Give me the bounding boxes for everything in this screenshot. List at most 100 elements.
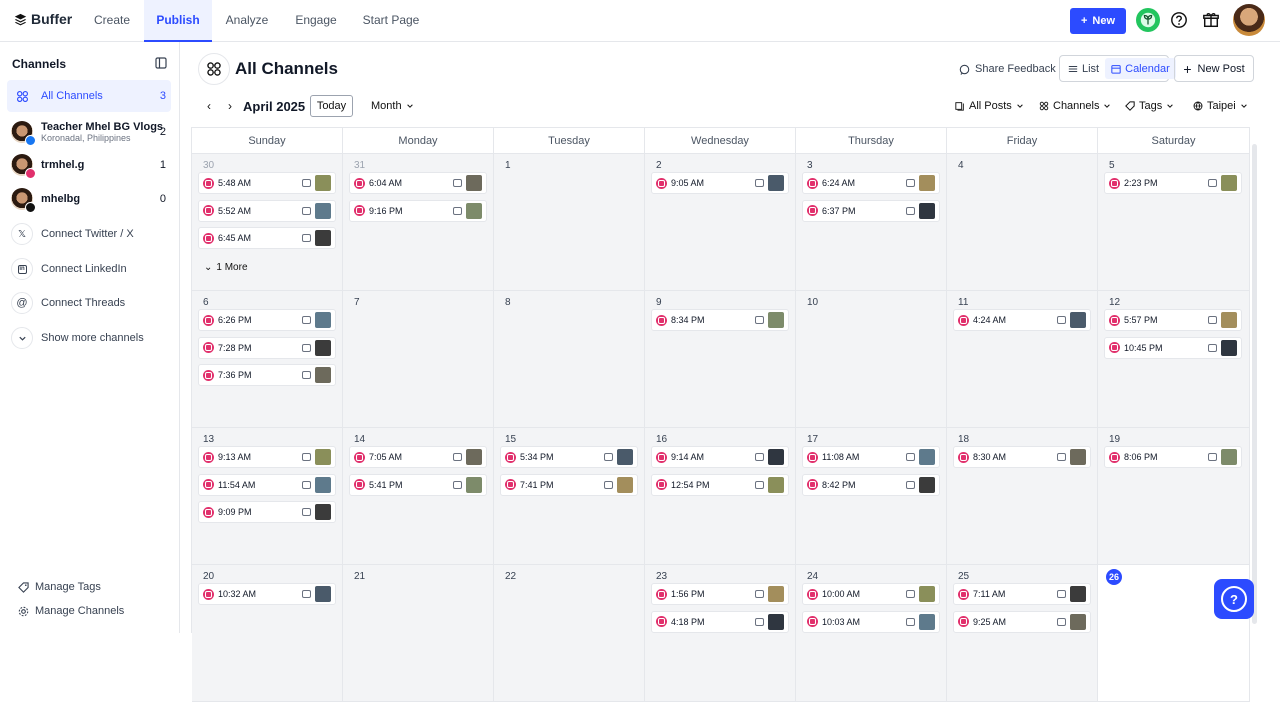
calendar-day-cell[interactable]: 12 5:57 PM 10:45 PM xyxy=(1098,291,1250,428)
calendar-day-cell[interactable]: 1 xyxy=(494,154,645,291)
scheduled-post[interactable]: 9:13 AM xyxy=(198,446,336,468)
calendar-day-cell[interactable]: 23 1:56 PM 4:18 PM xyxy=(645,565,796,702)
scheduled-post[interactable]: 12:54 PM xyxy=(651,473,789,496)
scheduled-post[interactable]: 9:25 AM xyxy=(953,610,1091,633)
scheduled-post[interactable]: 11:54 AM xyxy=(198,473,336,496)
calendar-day-cell[interactable]: 4 xyxy=(947,154,1098,291)
calendar-day-cell[interactable]: 10 xyxy=(796,291,947,428)
manage-tags-link[interactable]: Manage Tags xyxy=(18,581,101,593)
timezone-filter[interactable]: Taipei xyxy=(1193,100,1248,112)
calendar-day-cell[interactable]: 19 8:06 PM xyxy=(1098,428,1250,565)
scheduled-post[interactable]: 7:11 AM xyxy=(953,583,1091,605)
calendar-day-cell[interactable]: 22 xyxy=(494,565,645,702)
tags-filter[interactable]: Tags xyxy=(1125,100,1174,112)
scheduled-post[interactable]: 10:00 AM xyxy=(802,583,940,605)
calendar-day-cell[interactable]: 13 9:13 AM 11:54 AM 9:09 PM xyxy=(192,428,343,565)
scheduled-post[interactable]: 4:24 AM xyxy=(953,309,1091,331)
scheduled-post[interactable]: 9:14 AM xyxy=(651,446,789,468)
calendar-day-cell[interactable]: 7 xyxy=(343,291,494,428)
scheduled-post[interactable]: 7:05 AM xyxy=(349,446,487,468)
new-post-button[interactable]: + New Post xyxy=(1174,55,1254,82)
tab-analyze[interactable]: Analyze xyxy=(214,0,280,42)
sidebar-item-mhelbg[interactable]: mhelbg 0 xyxy=(7,183,171,215)
gift-icon[interactable] xyxy=(1200,9,1222,31)
scheduled-post[interactable]: 6:04 AM xyxy=(349,172,487,194)
scheduled-post[interactable]: 6:37 PM xyxy=(802,199,940,222)
scheduled-post[interactable]: 11:08 AM xyxy=(802,446,940,468)
calendar-day-cell[interactable]: 8 xyxy=(494,291,645,428)
profile-avatar[interactable] xyxy=(1233,4,1265,36)
show-more-posts[interactable]: ⌄ 1 More xyxy=(204,262,248,273)
list-view-button[interactable]: List xyxy=(1062,58,1105,79)
tab-start-page[interactable]: Start Page xyxy=(354,0,428,42)
manage-channels-link[interactable]: Manage Channels xyxy=(18,605,124,617)
scheduled-post[interactable]: 7:28 PM xyxy=(198,336,336,359)
scheduled-post[interactable]: 2:23 PM xyxy=(1104,172,1242,194)
all-posts-filter[interactable]: All Posts xyxy=(955,100,1024,112)
scheduled-post[interactable]: 8:06 PM xyxy=(1104,446,1242,468)
calendar-day-cell[interactable]: 3 6:24 AM 6:37 PM xyxy=(796,154,947,291)
help-chat-button[interactable] xyxy=(1214,579,1254,619)
calendar-day-cell[interactable]: 31 6:04 AM 9:16 PM xyxy=(343,154,494,291)
buffer-logo[interactable]: Buffer xyxy=(14,11,72,27)
today-button[interactable]: Today xyxy=(310,95,353,117)
next-month-icon[interactable]: › xyxy=(224,99,236,113)
scheduled-post[interactable]: 8:34 PM xyxy=(651,309,789,331)
calendar-day-cell[interactable]: 11 4:24 AM xyxy=(947,291,1098,428)
calendar-day-cell[interactable]: 2 9:05 AM xyxy=(645,154,796,291)
tab-engage[interactable]: Engage xyxy=(284,0,348,42)
calendar-day-cell[interactable]: 18 8:30 AM xyxy=(947,428,1098,565)
calendar-day-cell[interactable]: 17 11:08 AM 8:42 PM xyxy=(796,428,947,565)
scheduled-post[interactable]: 9:09 PM xyxy=(198,501,336,523)
sidebar-item-teacher-mhel[interactable]: Teacher Mhel BG Vlogs Koronadal, Philipp… xyxy=(7,115,171,149)
tab-publish[interactable]: Publish xyxy=(144,0,212,42)
scheduled-post[interactable]: 5:48 AM xyxy=(198,172,336,194)
calendar-day-cell[interactable]: 6 6:26 PM 7:28 PM 7:36 PM xyxy=(192,291,343,428)
scheduled-post[interactable]: 10:32 AM xyxy=(198,583,336,605)
channels-filter[interactable]: Channels xyxy=(1039,100,1111,112)
collapse-sidebar-icon[interactable] xyxy=(155,57,167,69)
calendar-scrollbar[interactable] xyxy=(1252,144,1257,624)
calendar-day-cell[interactable]: 21 xyxy=(343,565,494,702)
scheduled-post[interactable]: 5:41 PM xyxy=(349,473,487,496)
calendar-day-cell[interactable]: 30 5:48 AM 5:52 AM 6:45 AM ⌄ 1 More xyxy=(192,154,343,291)
calendar-day-cell[interactable]: 5 2:23 PM xyxy=(1098,154,1250,291)
scheduled-post[interactable]: 6:26 PM xyxy=(198,309,336,331)
scheduled-post[interactable]: 6:24 AM xyxy=(802,172,940,194)
scheduled-post[interactable]: 5:34 PM xyxy=(500,446,638,468)
calendar-view-button[interactable]: Calendar xyxy=(1105,58,1176,79)
scheduled-post[interactable]: 4:18 PM xyxy=(651,610,789,633)
scheduled-post[interactable]: 8:42 PM xyxy=(802,473,940,496)
scheduled-post[interactable]: 10:45 PM xyxy=(1104,336,1242,359)
tab-create[interactable]: Create xyxy=(82,0,142,42)
calendar-day-cell[interactable]: 15 5:34 PM 7:41 PM xyxy=(494,428,645,565)
scheduled-post[interactable]: 5:52 AM xyxy=(198,199,336,222)
sidebar-item-connect-linkedin[interactable]: in Connect LinkedIn xyxy=(7,253,171,285)
plant-icon[interactable] xyxy=(1136,8,1160,32)
scheduled-post[interactable]: 9:16 PM xyxy=(349,199,487,222)
help-icon[interactable] xyxy=(1168,9,1190,31)
calendar-day-cell[interactable]: 16 9:14 AM 12:54 PM xyxy=(645,428,796,565)
scheduled-post[interactable]: 6:45 AM xyxy=(198,227,336,249)
share-feedback-button[interactable]: Share Feedback xyxy=(959,63,1056,75)
calendar-day-cell[interactable]: 24 10:00 AM 10:03 AM xyxy=(796,565,947,702)
calendar-day-cell[interactable]: 9 8:34 PM xyxy=(645,291,796,428)
scheduled-post[interactable]: 9:05 AM xyxy=(651,172,789,194)
previous-month-icon[interactable]: ‹ xyxy=(203,99,215,113)
scheduled-post[interactable]: 5:57 PM xyxy=(1104,309,1242,331)
scheduled-post[interactable]: 10:03 AM xyxy=(802,610,940,633)
sidebar-item-show-more[interactable]: Show more channels xyxy=(7,322,171,354)
calendar-day-cell[interactable]: 25 7:11 AM 9:25 AM xyxy=(947,565,1098,702)
range-dropdown[interactable]: Month xyxy=(371,100,414,112)
scheduled-post[interactable]: 8:30 AM xyxy=(953,446,1091,468)
new-button[interactable]: + New xyxy=(1070,8,1126,34)
scheduled-post[interactable]: 7:36 PM xyxy=(198,364,336,386)
sidebar-item-trmhel[interactable]: trmhel.g 1 xyxy=(7,149,171,181)
scheduled-post[interactable]: 1:56 PM xyxy=(651,583,789,605)
calendar-day-cell[interactable]: 14 7:05 AM 5:41 PM xyxy=(343,428,494,565)
scheduled-post[interactable]: 7:41 PM xyxy=(500,473,638,496)
sidebar-item-connect-twitter[interactable]: 𝕏 Connect Twitter / X xyxy=(7,218,171,250)
sidebar-item-all-channels[interactable]: All Channels 3 xyxy=(7,80,171,112)
sidebar-item-connect-threads[interactable]: @ Connect Threads xyxy=(7,287,171,319)
calendar-day-cell[interactable]: 20 10:32 AM xyxy=(192,565,343,702)
